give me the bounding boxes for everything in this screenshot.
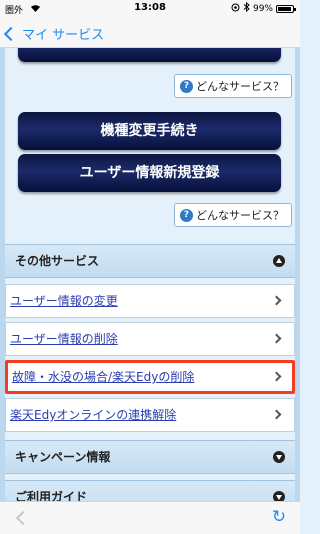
change-device-button[interactable]: 機種変更手続き <box>18 112 281 150</box>
section-title: キャンペーン情報 <box>15 450 111 464</box>
location-icon <box>231 3 240 15</box>
chevron-right-icon <box>271 409 282 420</box>
section-guide[interactable]: ご利用ガイド <box>5 480 295 501</box>
chevron-right-icon <box>271 295 282 306</box>
section-other-services[interactable]: その他サービス <box>5 244 295 278</box>
list-item-label: ユーザー情報の削除 <box>10 332 118 346</box>
content-area[interactable]: ? どんなサービス？ 機種変更手続き ユーザー情報新規登録 ? どんなサービス？… <box>0 48 300 501</box>
right-rail <box>295 48 300 501</box>
register-user-button[interactable]: ユーザー情報新規登録 <box>18 154 281 192</box>
list-item-user-delete[interactable]: ユーザー情報の削除 <box>5 322 295 356</box>
reload-icon[interactable]: ↻ <box>270 508 288 526</box>
back-button[interactable]: マイ サービス <box>3 24 105 43</box>
nav-bar: マイ サービス <box>0 18 300 48</box>
list-item-edy-delete[interactable]: 故障・水没の場合/楽天Edyの削除 <box>5 360 295 394</box>
question-icon: ? <box>180 79 193 93</box>
battery-icon <box>276 4 296 13</box>
status-right-icons: 99% <box>231 1 296 15</box>
section-title: その他サービス <box>15 254 100 268</box>
list-item-label: 楽天Edyオンラインの連携解除 <box>10 408 177 422</box>
status-bar: 圏外 13:08 99% <box>0 0 300 18</box>
section-campaign[interactable]: キャンペーン情報 <box>5 440 295 474</box>
back-arrow-icon[interactable] <box>15 510 31 526</box>
bottom-toolbar: ↻ <box>0 501 300 534</box>
question-icon: ? <box>180 208 193 222</box>
section-title: ご利用ガイド <box>15 490 88 501</box>
list-item-label: 故障・水没の場合/楽天Edyの削除 <box>12 370 195 384</box>
expand-down-icon <box>273 491 285 501</box>
help-link-label: どんなサービス？ <box>196 209 284 222</box>
chevron-right-icon <box>271 371 282 382</box>
chevron-right-icon <box>271 333 282 344</box>
back-label: マイ サービス <box>22 28 105 43</box>
list-item-label: ユーザー情報の変更 <box>10 294 118 308</box>
battery-percent: 99% <box>252 3 273 14</box>
expand-down-icon <box>273 451 285 463</box>
list-item-user-change[interactable]: ユーザー情報の変更 <box>5 284 295 318</box>
help-link-1[interactable]: ? どんなサービス？ <box>174 74 292 98</box>
partial-dark-button[interactable] <box>18 48 281 62</box>
chevron-left-icon <box>3 26 19 42</box>
collapse-up-icon <box>273 255 285 267</box>
help-link-2[interactable]: ? どんなサービス？ <box>174 203 292 227</box>
help-link-label: どんなサービス？ <box>196 80 284 93</box>
list-item-edy-unlink[interactable]: 楽天Edyオンラインの連携解除 <box>5 398 295 432</box>
bluetooth-icon <box>243 1 250 15</box>
